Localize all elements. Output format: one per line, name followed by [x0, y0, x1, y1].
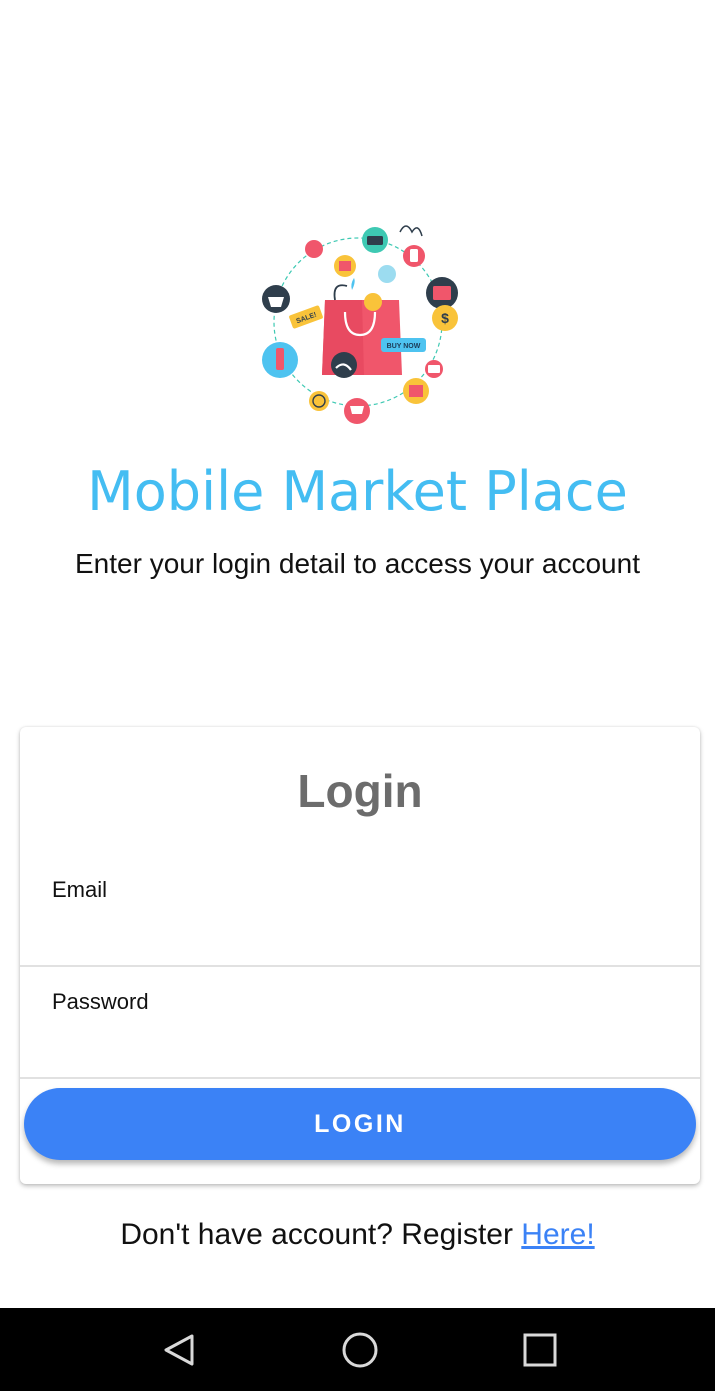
login-card: Login Email Password LOGIN — [20, 727, 700, 1184]
system-navigation-bar — [0, 1308, 715, 1391]
password-input[interactable] — [52, 1023, 668, 1067]
back-triangle-icon[interactable] — [158, 1328, 202, 1372]
recents-square-icon[interactable] — [518, 1328, 562, 1372]
register-prompt-row: Don't have account? Register Here! — [0, 1215, 715, 1255]
app-title: Mobile Market Place — [87, 460, 628, 523]
email-label: Email — [52, 877, 108, 902]
svg-text:$: $ — [441, 310, 449, 326]
login-card-title: Login — [297, 765, 423, 817]
email-input[interactable] — [52, 911, 668, 955]
register-link[interactable]: Here! — [521, 1218, 594, 1251]
home-circle-icon[interactable] — [338, 1328, 382, 1372]
app-subtitle: Enter your login detail to access your a… — [75, 548, 640, 579]
buy-now-tag: BUY NOW — [387, 343, 421, 350]
register-prompt: Don't have account? Register — [120, 1218, 513, 1251]
password-field[interactable]: Password — [20, 967, 700, 1079]
email-field[interactable]: Email — [20, 855, 700, 967]
shopping-illustration: BUY NOW SALE! $ — [262, 225, 458, 424]
login-button[interactable]: LOGIN — [24, 1088, 696, 1160]
login-screen: BUY NOW SALE! $ Mobile Market Place Ente… — [0, 0, 715, 1391]
password-label: Password — [52, 989, 149, 1014]
